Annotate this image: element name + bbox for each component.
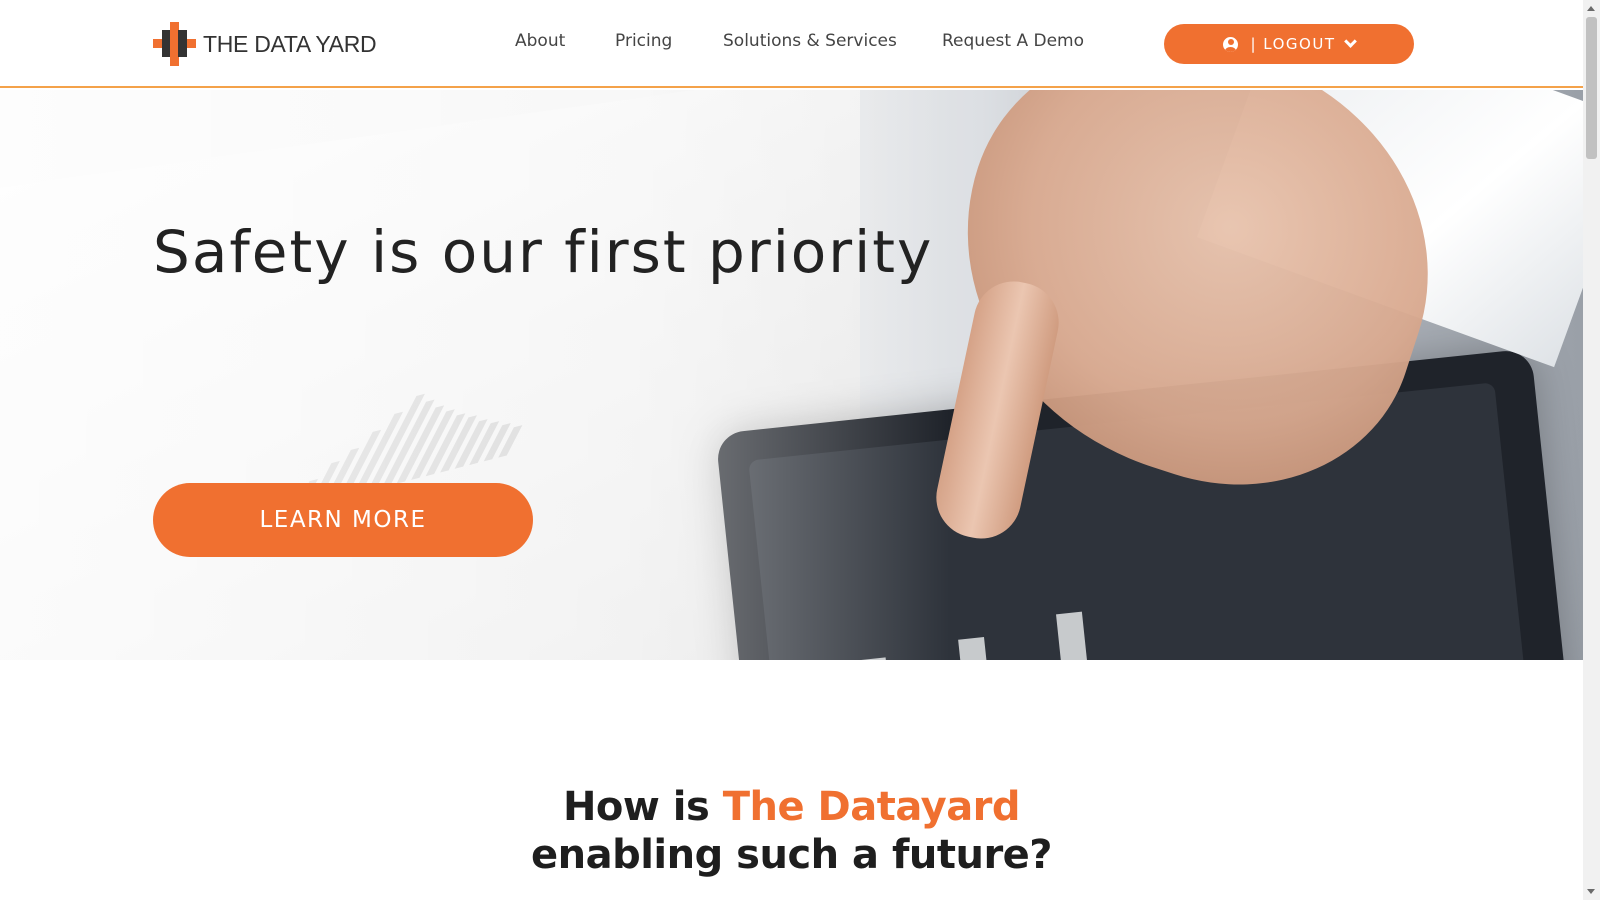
nav-solutions-services[interactable]: Solutions & Services xyxy=(723,31,897,51)
nav-request-demo[interactable]: Request A Demo xyxy=(942,31,1084,51)
logout-button[interactable]: | LOGOUT xyxy=(1164,24,1414,64)
nav-pricing[interactable]: Pricing xyxy=(615,31,672,51)
logout-label: | LOGOUT xyxy=(1250,35,1336,53)
site-header: THE DATA YARD About Pricing Solutions & … xyxy=(0,0,1583,88)
heading-part2: enabling such a future? xyxy=(530,832,1053,878)
scroll-thumb[interactable] xyxy=(1586,17,1597,159)
heading-part1: How is xyxy=(562,784,723,830)
section-heading: How is The Datayard enabling such a futu… xyxy=(0,783,1583,879)
vertical-scrollbar[interactable] xyxy=(1583,0,1600,900)
hero-title: Safety is our first priority xyxy=(153,218,934,286)
nav-about[interactable]: About xyxy=(515,31,565,51)
user-circle-icon xyxy=(1223,36,1239,52)
learn-more-button[interactable]: LEARN MORE xyxy=(153,483,533,557)
chevron-down-icon xyxy=(1343,35,1357,48)
scroll-up-arrow-icon[interactable] xyxy=(1587,6,1595,11)
scroll-down-arrow-icon[interactable] xyxy=(1587,889,1595,894)
hero-banner: Safety is our first priority LEARN MORE xyxy=(0,90,1583,660)
heading-accent: The Datayard xyxy=(722,784,1021,830)
